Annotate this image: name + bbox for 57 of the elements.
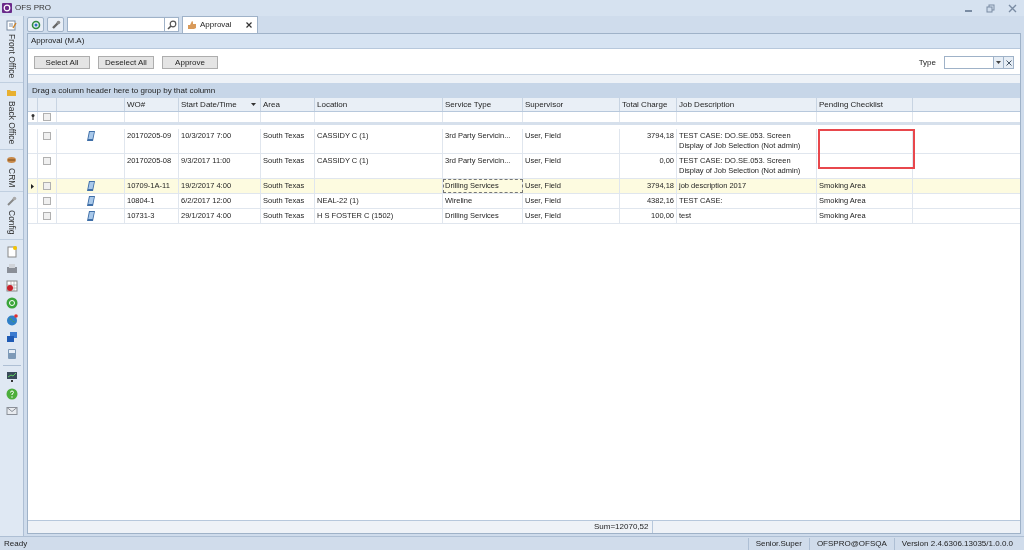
panel-title: Approval (M.A) — [31, 35, 85, 47]
thumbs-up-icon — [187, 20, 197, 30]
grid-icon[interactable] — [5, 279, 18, 292]
nav-tab[interactable]: CRM — [0, 149, 23, 192]
type-label: Type — [918, 56, 936, 69]
status-item: OFSPRO@OFSQA — [808, 537, 894, 550]
checkbox[interactable] — [43, 197, 51, 205]
caret-icon — [996, 61, 1001, 64]
column-header[interactable]: Supervisor — [523, 98, 620, 111]
nav-tab[interactable]: Front Office — [0, 16, 23, 84]
folder-icon — [6, 87, 17, 99]
refresh-button[interactable] — [27, 17, 44, 32]
document-icon[interactable] — [5, 245, 18, 258]
status-text: Ready — [4, 537, 28, 550]
checkbox[interactable] — [43, 132, 51, 140]
search-icon[interactable] — [166, 19, 177, 30]
status-item: Version 2.4.6306.13035/1.0.0.0 — [893, 537, 1020, 550]
help-icon[interactable] — [5, 387, 18, 400]
restore-icon[interactable] — [986, 3, 995, 13]
sum-label: Sum=12070,52 — [594, 521, 653, 533]
filter-pin-icon — [30, 114, 35, 120]
status-item: Senior.Super — [747, 537, 809, 550]
nav-tab[interactable]: Back Office — [0, 83, 23, 150]
action-button[interactable]: Approve — [162, 56, 218, 69]
window-title: OFS PRO — [15, 2, 51, 14]
wrench-icon — [50, 19, 61, 30]
monitor-icon[interactable] — [5, 370, 18, 383]
document-tab[interactable]: Approval — [182, 16, 258, 33]
notepad-icon — [6, 20, 17, 31]
group-panel-hint: Drag a column header here to group by that column — [32, 84, 216, 97]
search-field[interactable] — [67, 17, 179, 32]
wrench-icon — [6, 195, 17, 207]
tool-button[interactable] — [47, 17, 64, 32]
mail-icon[interactable] — [5, 404, 18, 417]
clear-icon[interactable] — [1005, 59, 1012, 66]
globe-icon[interactable] — [5, 313, 18, 326]
checkbox[interactable] — [43, 212, 51, 220]
checkbox[interactable] — [43, 157, 51, 165]
nav-tab[interactable]: Config — [0, 191, 23, 240]
windows-icon[interactable] — [5, 330, 18, 343]
column-header[interactable]: Area — [261, 98, 315, 111]
calculator-icon[interactable] — [5, 347, 18, 360]
action-button[interactable]: Select All — [34, 56, 90, 69]
action-button[interactable]: Deselect All — [98, 56, 154, 69]
column-header[interactable]: WO# — [125, 98, 179, 111]
column-header[interactable]: Location — [315, 98, 443, 111]
column-header[interactable]: Pending Checklist — [817, 98, 913, 111]
column-header[interactable]: Start Date/Time — [179, 98, 261, 111]
sort-icon — [251, 103, 256, 106]
checkbox[interactable] — [43, 182, 51, 190]
app-logo-icon — [2, 3, 12, 13]
column-header[interactable]: Service Type — [443, 98, 523, 111]
printer-icon[interactable] — [5, 262, 18, 275]
checkbox[interactable] — [43, 113, 51, 121]
column-header[interactable]: Job Description — [677, 98, 817, 111]
close-icon[interactable] — [245, 22, 252, 28]
column-header[interactable]: Total Charge — [620, 98, 677, 111]
